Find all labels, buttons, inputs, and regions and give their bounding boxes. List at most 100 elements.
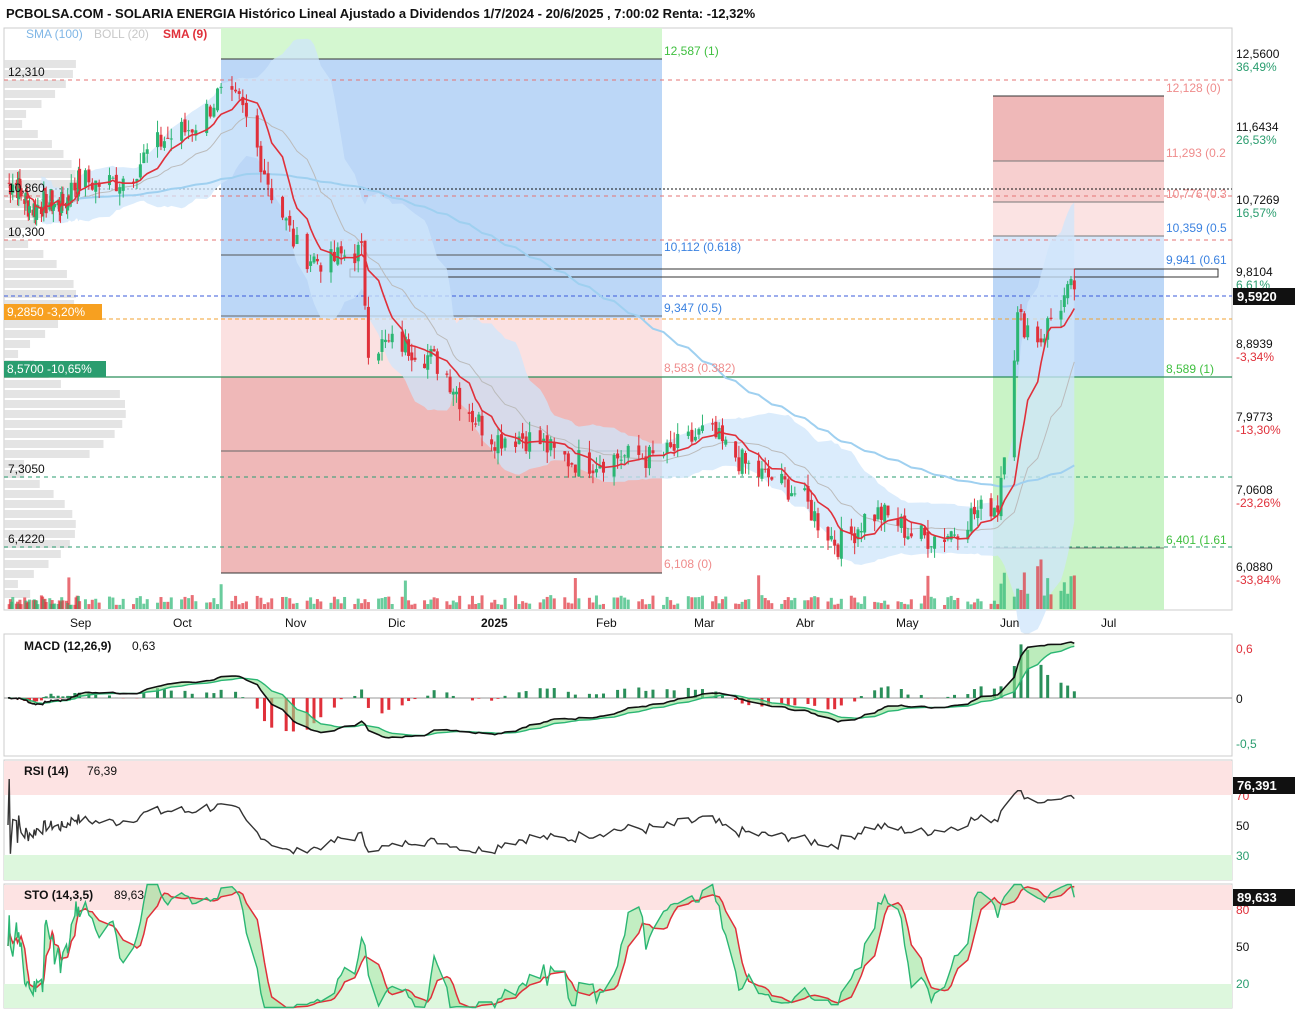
candle-body [493,447,497,451]
candle-body [477,414,481,422]
macd-hist-bar [826,698,830,710]
volume-bar [295,602,299,609]
volume-bar [763,597,767,609]
volume-bar [353,604,357,609]
candle-body [651,450,655,454]
candle-body [496,435,500,454]
macd-hist-bar [490,698,494,701]
macd-hist-bar [665,689,669,698]
macd-hist-bar [470,698,474,701]
volume-profile-bar [4,380,61,388]
volume-bar [577,598,581,609]
volume-bar [467,604,471,609]
volume-bar [859,603,863,609]
candle-body [1039,338,1043,343]
volume-bar [1036,566,1040,609]
volume-bar [793,597,797,609]
sto-axis-1: 50 [1236,940,1250,954]
volume-bar [312,603,316,609]
candle-body [514,441,518,447]
candle-body [969,508,973,532]
axis-price-7: 6,0880 [1236,560,1273,574]
volume-bar [570,603,574,609]
candle-body [836,544,840,557]
candle-body [162,141,166,148]
macd-hist-bar [205,692,209,698]
macd-hist-bar [813,698,817,706]
volume-bar [448,604,452,609]
macd-hist-bar [426,695,430,698]
fib-right-1: 11,293 (0.2 [1166,146,1226,160]
candle-body [390,333,394,343]
sto-axis-2: 20 [1236,977,1250,991]
macd-hist-bar [1059,682,1063,698]
volume-bar [767,600,771,609]
x-tick-10: Jul [1101,616,1116,630]
volume-profile-bar [4,240,29,248]
candle-body [1066,284,1070,299]
volume-bar [329,602,333,609]
price-panel: 12,310 10,860 10,300 9,2850 -3,20% 8,570… [3,27,1295,635]
candle-body [783,476,787,480]
candle-body [686,431,690,436]
left-level-0: 12,310 [8,65,45,79]
legend-sma100: SMA (100) [26,27,83,41]
sto-panel: STO (14,3,5) 89,63 80 50 20 89,633 [3,883,1295,1010]
axis-price-3: 9,8104 [1236,265,1273,279]
volume-profile-bar [4,170,76,178]
candle-body [693,436,697,441]
volume-bar [1072,575,1076,609]
volume-profile-bar [4,270,67,278]
candle-body [767,468,771,478]
macd-hist-bar [637,687,641,698]
volume-bar [601,603,605,609]
volume-bar [315,599,319,609]
macd-hist-bar [241,697,245,698]
volume-bar [262,604,266,609]
x-tick-3: Dic [388,616,405,630]
candle-body [676,433,680,448]
macd-hist-bar [886,686,890,698]
fib-right-2: 10,776 (0.3 [1166,187,1227,201]
candle-body [230,86,234,90]
candle-body [366,306,370,358]
candle-body [859,530,863,533]
volume-profile-bar [4,340,31,348]
volume-bar [180,599,184,609]
candle-body [989,498,993,517]
candle-body [743,452,747,464]
candle-body [237,91,241,94]
candle-body [295,234,299,245]
volume-bar [672,604,676,609]
volume-bar [517,603,521,609]
candle-body [312,256,316,263]
volume-bar [886,604,890,609]
candle-body [166,137,170,139]
volume-bar [720,599,724,609]
candle-body [665,442,669,454]
fib-right-6: 6,401 (1.61 [1166,533,1227,547]
volume-bar [826,601,830,609]
volume-bar [697,597,701,609]
rsi-axis-2: 30 [1236,849,1250,863]
volume-bar [662,604,666,609]
volume-bar [208,602,212,609]
macd-hist-bar [262,698,266,722]
volume-bar [1016,588,1020,609]
stock-chart: PCBOLSA.COM - SOLARIA ENERGIA Histórico … [3,6,1295,1010]
candle-body [255,115,259,148]
volume-bar [1046,578,1050,609]
candle-body [339,246,343,254]
legend-boll20: BOLL (20) [94,27,149,41]
volume-bar [11,597,15,609]
candle-body [979,499,983,509]
volume-bar [1022,572,1026,609]
axis-pct-2: 16,57% [1236,206,1277,220]
last-price-value: 9,5920 [1237,289,1277,304]
volume-profile-bar [4,410,126,418]
volume-bar [288,598,292,609]
volume-profile-bar [4,250,44,258]
volume-bar [783,600,787,609]
volume-bar [380,598,384,609]
macd-hist-bar [496,698,500,699]
